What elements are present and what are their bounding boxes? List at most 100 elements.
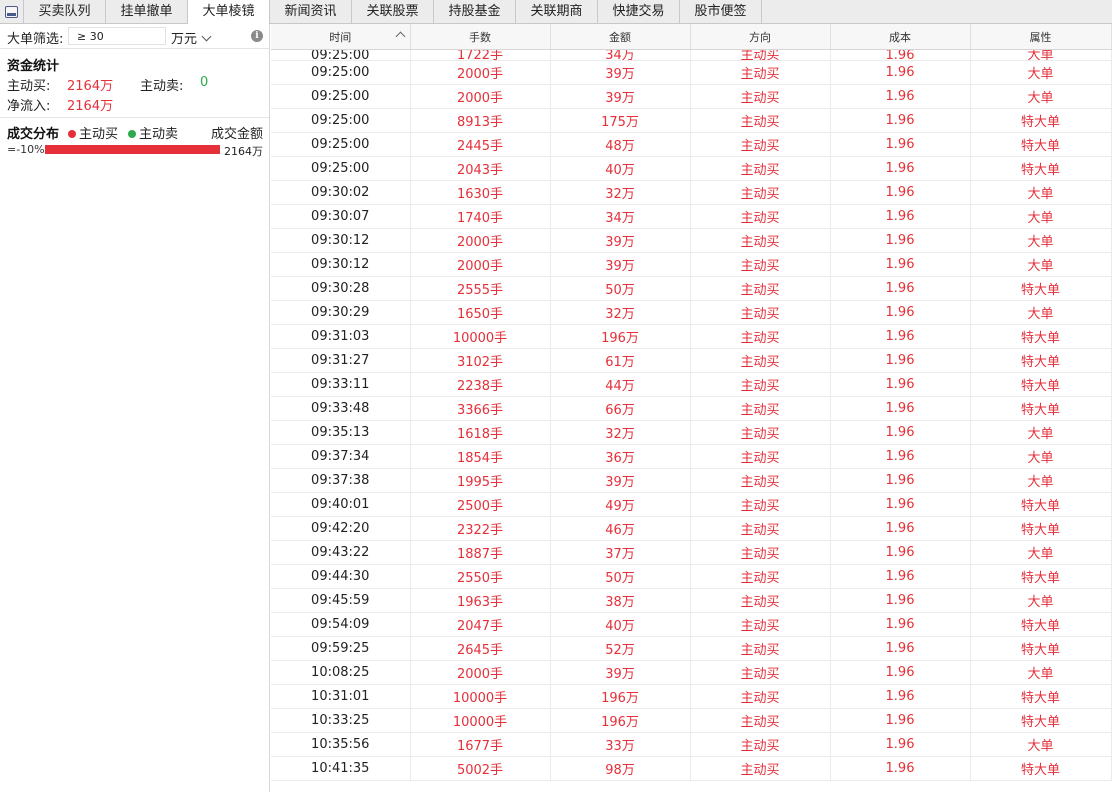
cell-cost: 1.96 [830,516,971,541]
cell-lots: 10000手 [410,324,551,349]
table-header-row: 时间 手数 金额 方向 成本 属性 [271,24,1112,50]
tab-0[interactable]: 买卖队列 [24,0,106,23]
cell-amount: 32万 [550,300,691,325]
cell-attribute: 大单 [970,540,1112,565]
cell-direction: 主动买 [690,564,831,589]
cell-direction: 主动买 [690,540,831,565]
table-row[interactable]: 09:25:00 8913手 175万 主动买 1.96 特大单 [271,108,1112,133]
cell-amount: 196万 [550,708,691,733]
cell-cost: 1.96 [830,540,971,565]
cell-attribute: 大单 [970,84,1112,109]
active-buy-value: 2164万 [67,79,114,94]
table-row[interactable]: 09:30:02 1630手 32万 主动买 1.96 大单 [271,180,1112,205]
table-row[interactable]: 09:35:13 1618手 32万 主动买 1.96 大单 [271,420,1112,445]
table-row[interactable]: 09:30:28 2555手 50万 主动买 1.96 特大单 [271,276,1112,301]
cell-attribute: 特大单 [970,492,1112,517]
table-row[interactable]: 09:43:22 1887手 37万 主动买 1.96 大单 [271,540,1112,565]
cell-attribute: 特大单 [970,612,1112,637]
column-header-amount[interactable]: 金额 [550,24,691,50]
table-row[interactable]: 10:33:25 10000手 196万 主动买 1.96 特大单 [271,708,1112,733]
cell-time: 09:33:48 [271,396,411,421]
cell-attribute: 特大单 [970,324,1112,349]
unit-select[interactable]: 万元 [171,28,212,47]
table-row[interactable]: 09:37:38 1995手 39万 主动买 1.96 大单 [271,468,1112,493]
table-row[interactable]: 09:30:12 2000手 39万 主动买 1.96 大单 [271,252,1112,277]
table-row[interactable]: 09:54:09 2047手 40万 主动买 1.96 特大单 [271,612,1112,637]
tab-6[interactable]: 关联期商 [516,0,598,23]
cell-direction: 主动买 [690,324,831,349]
cell-cost: 1.96 [830,468,971,493]
cell-direction: 主动买 [690,49,831,61]
column-header-lots[interactable]: 手数 [410,24,551,50]
cell-lots: 2555手 [410,276,551,301]
table-row[interactable]: 10:35:56 1677手 33万 主动买 1.96 大单 [271,732,1112,757]
cell-time: 09:30:12 [271,228,411,253]
column-header-cost[interactable]: 成本 [830,24,971,50]
table-row[interactable]: 09:33:11 2238手 44万 主动买 1.96 特大单 [271,372,1112,397]
table-row[interactable]: 09:25:00 1722手 34万 主动买 1.96 大单 [271,49,1112,61]
big-order-table-container: 时间 手数 金额 方向 成本 属性 09:25:00 1722手 34万 主动买 1.9… [271,24,1112,792]
cell-lots: 1650手 [410,300,551,325]
table-row[interactable]: 09:25:00 2445手 48万 主动买 1.96 特大单 [271,132,1112,157]
cell-cost: 1.96 [830,612,971,637]
distribution-bar [45,145,220,154]
table-row[interactable]: 09:25:00 2043手 40万 主动买 1.96 特大单 [271,156,1112,181]
cell-attribute: 特大单 [970,108,1112,133]
tab-1[interactable]: 挂单撤单 [106,0,188,23]
tab-2[interactable]: 大单棱镜 [188,0,270,24]
cell-lots: 1854手 [410,444,551,469]
cell-time: 09:59:25 [271,636,411,661]
cell-amount: 40万 [550,612,691,637]
cell-time: 09:54:09 [271,612,411,637]
cell-time: 09:30:12 [271,252,411,277]
cell-lots: 2645手 [410,636,551,661]
cell-lots: 2000手 [410,228,551,253]
table-row[interactable]: 09:31:03 10000手 196万 主动买 1.96 特大单 [271,324,1112,349]
filter-threshold-input[interactable]: ≥ 30 [68,27,166,45]
table-row[interactable]: 09:59:25 2645手 52万 主动买 1.96 特大单 [271,636,1112,661]
table-row[interactable]: 09:45:59 1963手 38万 主动买 1.96 大单 [271,588,1112,613]
table-row[interactable]: 09:31:27 3102手 61万 主动买 1.96 特大单 [271,348,1112,373]
stats-title: 资金统计 [7,59,60,74]
tab-7[interactable]: 快捷交易 [598,0,680,23]
table-row[interactable]: 09:33:48 3366手 66万 主动买 1.96 特大单 [271,396,1112,421]
column-header-time[interactable]: 时间 [271,24,411,50]
cell-cost: 1.96 [830,420,971,445]
table-row[interactable]: 09:30:29 1650手 32万 主动买 1.96 大单 [271,300,1112,325]
column-header-direction[interactable]: 方向 [690,24,831,50]
table-row[interactable]: 09:30:12 2000手 39万 主动买 1.96 大单 [271,228,1112,253]
tab-4[interactable]: 关联股票 [352,0,434,23]
table-row[interactable]: 10:41:35 5002手 98万 主动买 1.96 特大单 [271,756,1112,781]
cell-attribute: 大单 [970,468,1112,493]
table-row[interactable]: 09:25:00 2000手 39万 主动买 1.96 大单 [271,60,1112,85]
cell-cost: 1.96 [830,300,971,325]
table-row[interactable]: 09:25:00 2000手 39万 主动买 1.96 大单 [271,84,1112,109]
table-row[interactable]: 09:42:20 2322手 46万 主动买 1.96 特大单 [271,516,1112,541]
panel-toggle-icon[interactable] [0,0,24,23]
cell-attribute: 特大单 [970,756,1112,781]
tab-5[interactable]: 持股基金 [434,0,516,23]
cell-time: 09:30:29 [271,300,411,325]
tab-3[interactable]: 新闻资讯 [270,0,352,23]
cell-cost: 1.96 [830,108,971,133]
cell-lots: 2000手 [410,84,551,109]
cell-amount: 39万 [550,252,691,277]
cell-direction: 主动买 [690,156,831,181]
tab-8[interactable]: 股市便签 [680,0,762,23]
cell-time: 09:30:28 [271,276,411,301]
table-body: 09:25:00 1722手 34万 主动买 1.96 大单 09:25:00 2000手 39… [271,49,1112,781]
cell-amount: 40万 [550,156,691,181]
cell-lots: 2000手 [410,252,551,277]
table-row[interactable]: 09:37:34 1854手 36万 主动买 1.96 大单 [271,444,1112,469]
cell-lots: 8913手 [410,108,551,133]
column-header-attribute[interactable]: 属性 [970,24,1112,50]
table-row[interactable]: 09:40:01 2500手 49万 主动买 1.96 特大单 [271,492,1112,517]
sort-ascending-icon[interactable] [395,31,405,42]
info-icon[interactable]: i [251,30,263,42]
table-row[interactable]: 09:30:07 1740手 34万 主动买 1.96 大单 [271,204,1112,229]
tab-bar: 买卖队列 挂单撤单 大单棱镜 新闻资讯 关联股票 持股基金 关联期商 快捷交易 股市便签 [0,0,1112,24]
table-row[interactable]: 10:08:25 2000手 39万 主动买 1.96 大单 [271,660,1112,685]
table-row[interactable]: 10:31:01 10000手 196万 主动买 1.96 特大单 [271,684,1112,709]
cell-lots: 2550手 [410,564,551,589]
table-row[interactable]: 09:44:30 2550手 50万 主动买 1.96 特大单 [271,564,1112,589]
